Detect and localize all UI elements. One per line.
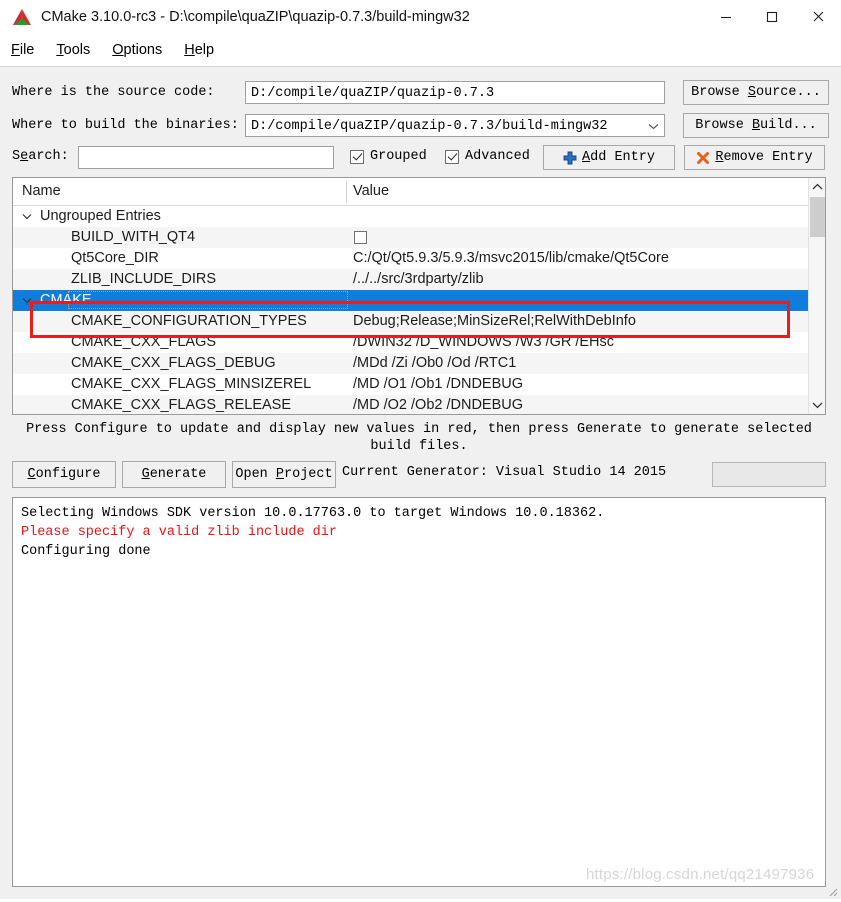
table-row[interactable]: CMAKE_CXX_FLAGS_DEBUG /MDd /Zi /Ob0 /Od … <box>13 353 808 374</box>
build-path-value: D:/compile/quaZIP/quazip-0.7.3/build-min… <box>251 118 608 134</box>
source-path-row: Where is the source code: D:/compile/qua… <box>0 79 841 105</box>
table-row[interactable]: ZLIB_INCLUDE_DIRS /../../src/3rdparty/zl… <box>13 269 808 290</box>
checkbox-icon <box>350 149 364 164</box>
table-scrollbar[interactable] <box>808 178 825 414</box>
watermark: https://blog.csdn.net/qq21497936 <box>586 866 815 883</box>
cell-value[interactable]: /MDd /Zi /Ob0 /Od /RTC1 <box>353 353 516 374</box>
scroll-up-icon[interactable] <box>809 178 825 196</box>
search-label: Search: <box>12 149 69 164</box>
x-mark-icon <box>696 151 710 165</box>
main-panel: Where is the source code: D:/compile/qua… <box>0 66 841 899</box>
log-line: Configuring done <box>21 544 151 559</box>
log-line: Selecting Windows SDK version 10.0.17763… <box>21 506 605 521</box>
table-row[interactable]: CMAKE_CXX_FLAGS_RELEASE /MD /O2 /Ob2 /DN… <box>13 395 808 414</box>
cell-name: Qt5Core_DIR <box>71 250 159 266</box>
build-path-row: Where to build the binaries: D:/compile/… <box>0 112 841 138</box>
advanced-label: Advanced <box>465 149 530 164</box>
cell-value[interactable]: /MD /O1 /Ob1 /DNDEBUG <box>353 374 523 395</box>
remove-entry-label: Remove Entry <box>715 150 813 165</box>
value-checkbox[interactable] <box>354 231 367 244</box>
configure-button[interactable]: Configure <box>12 461 116 488</box>
scroll-down-icon[interactable] <box>809 396 825 414</box>
resize-grip-icon[interactable] <box>826 884 838 897</box>
actions-row: Configure Generate Open Project Current … <box>12 461 826 489</box>
source-path-label: Where is the source code: <box>12 84 215 100</box>
cell-value[interactable]: /../../src/3rdparty/zlib <box>353 269 484 290</box>
log-output[interactable]: Selecting Windows SDK version 10.0.17763… <box>12 497 826 887</box>
cell-name: CMAKE_CXX_FLAGS <box>71 334 217 350</box>
table-row[interactable]: BUILD_WITH_QT4 <box>13 227 808 248</box>
search-row: Search: Grouped Advanced Add Entry Remov… <box>0 145 841 173</box>
chevron-down-icon[interactable] <box>22 290 32 311</box>
menu-tools[interactable]: Tools <box>56 42 90 58</box>
menu-help[interactable]: Help <box>184 42 214 58</box>
close-icon[interactable] <box>795 0 841 33</box>
browse-source-button[interactable]: Browse Source... <box>683 79 829 105</box>
advanced-checkbox[interactable]: Advanced <box>445 149 530 164</box>
cmake-logo-icon <box>12 8 32 26</box>
column-header-value[interactable]: Value <box>353 183 389 199</box>
log-line-error: Please specify a valid zlib include dir <box>21 525 337 540</box>
menu-options[interactable]: Options <box>112 42 162 58</box>
source-path-input[interactable]: D:/compile/quaZIP/quazip-0.7.3 <box>245 80 665 104</box>
cell-value[interactable]: /DWIN32 /D_WINDOWS /W3 /GR /EHsc <box>353 332 614 353</box>
cell-value[interactable]: /MD /O2 /Ob2 /DNDEBUG <box>353 395 523 414</box>
chevron-down-icon[interactable] <box>648 115 659 136</box>
column-divider <box>346 181 347 203</box>
chevron-down-icon[interactable] <box>22 206 32 227</box>
remove-entry-button[interactable]: Remove Entry <box>684 145 825 170</box>
cell-name: CMAKE <box>40 292 92 308</box>
window-title: CMake 3.10.0-rc3 - D:\compile\quaZIP\qua… <box>41 8 470 25</box>
cell-name: CMAKE_CXX_FLAGS_RELEASE <box>71 397 292 413</box>
build-path-label: Where to build the binaries: <box>12 117 239 133</box>
column-header-name[interactable]: Name <box>22 183 61 199</box>
build-path-input[interactable]: D:/compile/quaZIP/quazip-0.7.3/build-min… <box>245 113 665 137</box>
minimize-icon[interactable] <box>703 0 749 33</box>
cache-table: Name Value Ungrouped Entries BUILD_WITH_… <box>12 177 826 415</box>
add-entry-label: Add Entry <box>582 150 655 165</box>
table-row[interactable]: Qt5Core_DIR C:/Qt/Qt5.9.3/5.9.3/msvc2015… <box>13 248 808 269</box>
cmake-gui-window: CMake 3.10.0-rc3 - D:\compile\quaZIP\qua… <box>0 0 841 899</box>
grouped-checkbox[interactable]: Grouped <box>350 149 427 164</box>
window-controls <box>703 0 841 33</box>
table-row[interactable]: CMAKE <box>13 290 808 311</box>
maximize-icon[interactable] <box>749 0 795 33</box>
selection-outline <box>68 291 348 309</box>
cell-name: CMAKE_CXX_FLAGS_MINSIZEREL <box>71 376 312 392</box>
generate-button[interactable]: Generate <box>122 461 226 488</box>
cell-value[interactable]: Debug;Release;MinSizeRel;RelWithDebInfo <box>353 311 636 332</box>
table-row[interactable]: Ungrouped Entries <box>13 206 808 227</box>
titlebar: CMake 3.10.0-rc3 - D:\compile\quaZIP\qua… <box>0 0 841 33</box>
cell-name: BUILD_WITH_QT4 <box>71 229 196 245</box>
table-row[interactable]: CMAKE_CONFIGURATION_TYPES Debug;Release;… <box>13 311 808 332</box>
search-input[interactable] <box>78 146 334 169</box>
current-generator-label: Current Generator: Visual Studio 14 2015 <box>342 465 667 480</box>
progress-bar <box>712 462 826 487</box>
cell-name: ZLIB_INCLUDE_DIRS <box>71 271 217 287</box>
cell-name: CMAKE_CONFIGURATION_TYPES <box>71 313 307 329</box>
browse-build-button[interactable]: Browse Build... <box>683 112 829 138</box>
open-project-button[interactable]: Open Project <box>232 461 336 488</box>
plus-icon <box>563 151 577 165</box>
scrollbar-thumb[interactable] <box>810 197 825 237</box>
grouped-label: Grouped <box>370 149 427 164</box>
add-entry-button[interactable]: Add Entry <box>543 145 675 170</box>
checkbox-icon <box>445 149 459 164</box>
table-body: Ungrouped Entries BUILD_WITH_QT4 Qt5Core… <box>13 206 808 414</box>
table-row[interactable]: CMAKE_CXX_FLAGS /DWIN32 /D_WINDOWS /W3 /… <box>13 332 808 353</box>
table-row[interactable]: CMAKE_CXX_FLAGS_MINSIZEREL /MD /O1 /Ob1 … <box>13 374 808 395</box>
table-header: Name Value <box>13 178 825 206</box>
menubar: File Tools Options Help <box>0 33 841 66</box>
hint-text: Press Configure to update and display ne… <box>26 422 812 454</box>
menu-file[interactable]: File <box>11 42 34 58</box>
cell-name: CMAKE_CXX_FLAGS_DEBUG <box>71 355 276 371</box>
cell-value[interactable]: C:/Qt/Qt5.9.3/5.9.3/msvc2015/lib/cmake/Q… <box>353 248 669 269</box>
cell-name: Ungrouped Entries <box>40 208 161 224</box>
